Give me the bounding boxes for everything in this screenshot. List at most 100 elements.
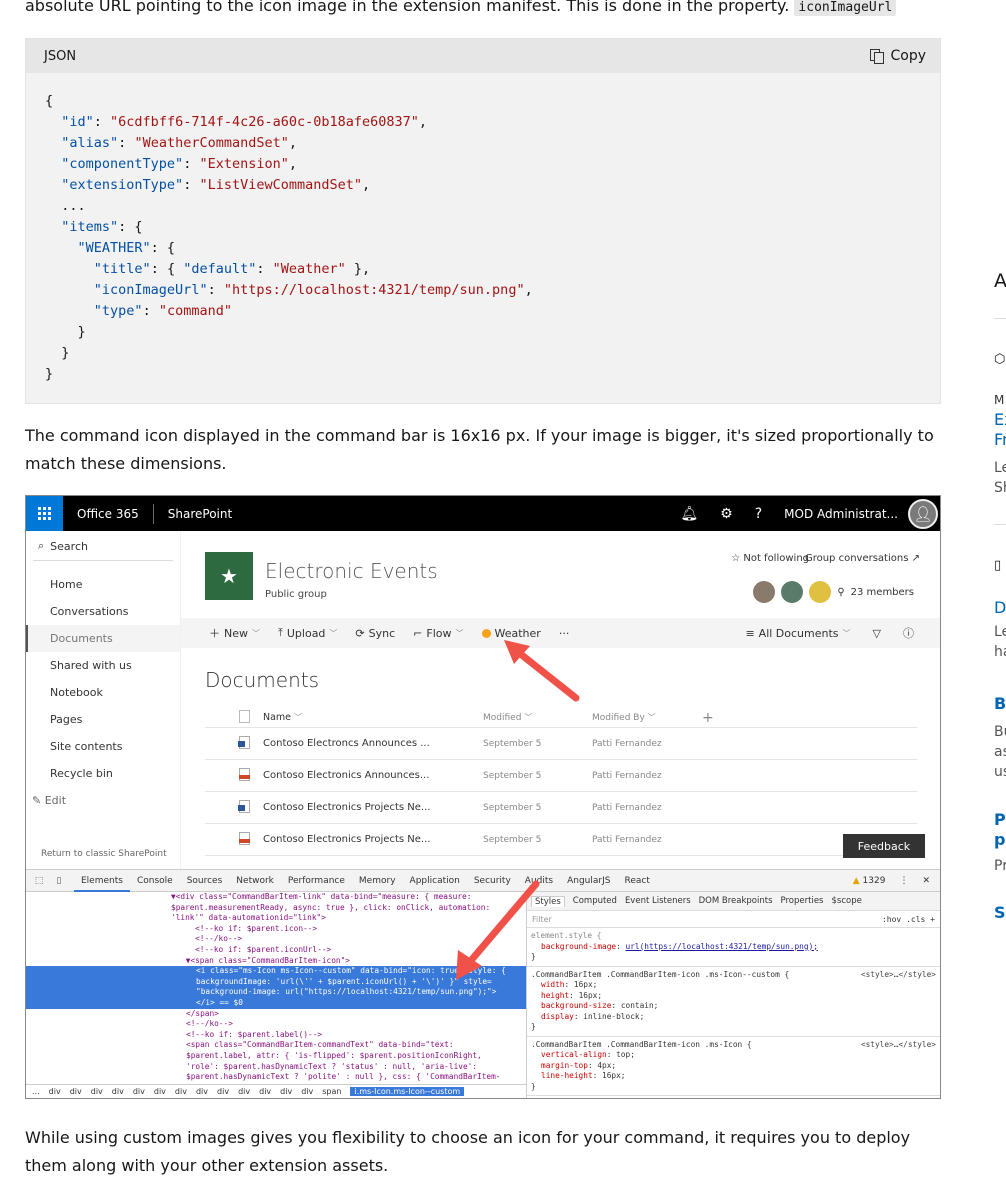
breadcrumb-item[interactable]: div (154, 1087, 166, 1096)
nav-item-notebook[interactable]: Notebook (26, 679, 180, 706)
upload-button[interactable]: ⤒ Upload ﹀ (278, 626, 337, 640)
sidebar-link[interactable]: Prpl (994, 810, 1006, 850)
column-header-name[interactable]: Name ﹀ (263, 712, 483, 723)
css-declaration[interactable]: background-size: contain; (531, 1001, 936, 1012)
app-launcher-button[interactable] (26, 496, 63, 531)
css-declaration[interactable]: background-image: url(https://localhost:… (531, 942, 936, 953)
column-header-modified[interactable]: Modified ﹀ (483, 712, 592, 723)
breadcrumb-item[interactable]: span (322, 1087, 341, 1096)
styles-tab-dom-breakpoints[interactable]: DOM Breakpoints (699, 896, 773, 906)
devtools-tab-react[interactable]: React (617, 870, 656, 892)
site-title[interactable]: Electronic Events (265, 559, 438, 583)
nav-item-recycle-bin[interactable]: Recycle bin (26, 760, 180, 787)
css-declaration[interactable]: width: 16px; (531, 980, 936, 991)
dom-node-line[interactable]: 'link'" data-automationid="link"> (26, 913, 526, 924)
weather-button[interactable]: Weather (481, 627, 541, 640)
breadcrumb-item[interactable]: ... (32, 1087, 40, 1096)
styles-tab-event-listeners[interactable]: Event Listeners (625, 896, 691, 906)
members-area[interactable]: ⚲ 23 members (753, 581, 914, 603)
devtools-tab-sources[interactable]: Sources (180, 870, 230, 892)
flow-button[interactable]: ⌐ Flow ﹀ (413, 627, 463, 640)
help-icon[interactable]: ? (755, 506, 762, 522)
devtools-tab-audits[interactable]: Audits (518, 870, 560, 892)
nav-edit[interactable]: ✎ Edit (26, 787, 180, 814)
new-button[interactable]: ＋ New ﹀ (209, 625, 260, 641)
document-row[interactable]: Contoso Electronics Projects Ne... Septe… (205, 792, 917, 824)
dom-node-line[interactable]: <i class="ms-Icon ms-Icon--custom" data-… (26, 966, 526, 977)
sync-button[interactable]: ⟳ Sync (355, 627, 395, 640)
devtools-tab-network[interactable]: Network (229, 870, 281, 892)
document-row[interactable]: Contoso Electronics Projects Ne... Septe… (205, 824, 917, 856)
breadcrumb-item[interactable]: div (175, 1087, 187, 1096)
css-declaration[interactable]: line-height: 16px; (531, 1071, 936, 1082)
styles-tab--scope[interactable]: $scope (831, 896, 861, 906)
breadcrumb-item[interactable]: i.ms-Icon.ms-Icon--custom (350, 1087, 465, 1096)
dom-node-line[interactable]: <span class="CommandBarItem-commandText"… (26, 1040, 526, 1051)
sidebar-link[interactable]: D (994, 598, 1006, 617)
suite-app-name[interactable]: SharePoint (154, 507, 246, 521)
group-conversations-link[interactable]: Group conversations ↗ (805, 553, 920, 564)
document-name[interactable]: Contoso Electronics Announces... (263, 770, 483, 781)
dom-node-line[interactable]: $parent.measurementReady, async: true },… (26, 903, 526, 914)
document-name[interactable]: Contoso Electronics Projects Ne... (263, 802, 483, 813)
dom-node-line[interactable]: </span> (26, 1009, 526, 1020)
user-avatar[interactable]: 👤︎ (908, 498, 938, 529)
styles-filter[interactable]: Filter :hov .cls + (527, 911, 940, 928)
breadcrumb-item[interactable]: div (301, 1087, 313, 1096)
dom-node-line[interactable]: ▼<span class="CommandBarItem-icon"> (26, 956, 526, 967)
css-declaration[interactable]: margin-top: 4px; (531, 1061, 936, 1072)
filter-icon[interactable]: ▽ (873, 627, 881, 640)
devtools-tab-memory[interactable]: Memory (352, 870, 403, 892)
css-source-link[interactable]: <style>…</style> (861, 1040, 936, 1051)
breadcrumb-item[interactable]: div (70, 1087, 82, 1096)
sidebar-link[interactable]: Bu (994, 694, 1006, 713)
more-button[interactable]: ··· (559, 627, 570, 640)
styles-tab-properties[interactable]: Properties (781, 896, 824, 906)
bell-icon[interactable]: 🔔︎ (680, 506, 698, 522)
dom-node-line[interactable]: <!--ko if: $parent.icon--> (26, 924, 526, 935)
dom-node-line[interactable]: <!--ko if: $parent.label()--> (26, 1030, 526, 1041)
device-icon[interactable]: ▯ (52, 876, 66, 886)
info-icon[interactable]: ⓘ (903, 625, 914, 641)
suite-title[interactable]: Office 365 (63, 503, 154, 524)
dom-node-line[interactable]: <!--/ko--> (26, 1019, 526, 1030)
document-name[interactable]: Contoso Electroncs Announces ... (263, 738, 483, 749)
breadcrumb-item[interactable]: div (49, 1087, 61, 1096)
sidebar-link[interactable]: Sh (994, 903, 1006, 922)
more-vert-icon[interactable]: ⋮ (899, 876, 908, 886)
gear-icon[interactable]: ⚙ (720, 506, 733, 522)
dom-node-line[interactable]: $parent.label, attr: { 'is-flipped': $pa… (26, 1051, 526, 1062)
return-to-classic-link[interactable]: Return to classic SharePoint (41, 849, 167, 859)
document-row[interactable]: Contoso Electroncs Announces ... Septemb… (205, 728, 917, 760)
dom-node-line[interactable]: $parent.hasDynamicText ? 'polite' : null… (26, 1072, 526, 1083)
nav-item-home[interactable]: Home (26, 571, 180, 598)
follow-button[interactable]: ☆ Not following (731, 553, 809, 564)
css-source-link[interactable]: <style>…</style> (861, 970, 936, 981)
devtools-tab-application[interactable]: Application (403, 870, 467, 892)
css-rule[interactable]: .CommandBarItem .CommandBarItem-icon .ms… (527, 967, 940, 1037)
dom-node-line[interactable]: backgroundImage: 'url(\'' + $parent.icon… (26, 976, 526, 988)
breadcrumb-item[interactable]: div (238, 1087, 250, 1096)
add-rule-icon[interactable]: + (930, 915, 935, 924)
dom-node-line[interactable]: "background-image: url("https://localhos… (26, 987, 526, 998)
sidebar-link[interactable]: ExFr (994, 410, 1006, 450)
styles-tab-computed[interactable]: Computed (573, 896, 617, 906)
user-name[interactable]: MOD Administrat... (784, 507, 898, 521)
nav-search[interactable]: ⌕ Search (33, 539, 173, 561)
css-declaration[interactable]: vertical-align: top; (531, 1050, 936, 1061)
dom-node-line[interactable]: 'role': $parent.hasDynamicText ? 'status… (26, 1062, 526, 1073)
nav-item-shared-with-us[interactable]: Shared with us (26, 652, 180, 679)
breadcrumb-item[interactable]: div (133, 1087, 145, 1096)
dom-node-line[interactable]: ▼<div class="CommandBarItem-link" data-b… (26, 892, 526, 903)
devtools-tab-performance[interactable]: Performance (281, 870, 352, 892)
devtools-tab-security[interactable]: Security (467, 870, 518, 892)
nav-item-documents[interactable]: Documents (26, 625, 180, 652)
feedback-button[interactable]: Feedback (843, 834, 925, 858)
breadcrumb-item[interactable]: div (112, 1087, 124, 1096)
nav-item-pages[interactable]: Pages (26, 706, 180, 733)
css-rule[interactable]: element.style {background-image: url(htt… (527, 928, 940, 967)
document-row[interactable]: Contoso Electronics Announces... Septemb… (205, 760, 917, 792)
breadcrumb-item[interactable]: div (196, 1087, 208, 1096)
dom-node-line[interactable]: </i> == $0 (26, 997, 526, 1009)
breadcrumb-item[interactable]: div (280, 1087, 292, 1096)
